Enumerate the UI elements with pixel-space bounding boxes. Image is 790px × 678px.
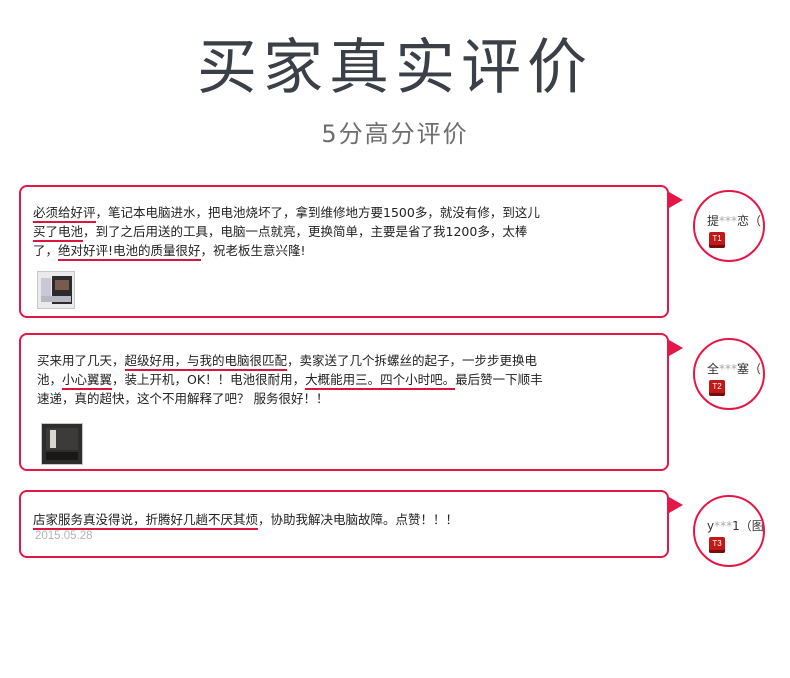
- highlighted-phrase: 折腾好几趟不厌其烦: [145, 512, 259, 527]
- review-photo-thumbnail-1[interactable]: [37, 271, 75, 309]
- page-subtitle: 5分高分评价: [321, 120, 469, 148]
- review-pointer-3: [669, 497, 683, 513]
- highlighted-phrase: 超级好用，与我的电脑很匹配: [124, 353, 288, 368]
- review-text-segment: 最后赞一下顺丰: [455, 372, 543, 387]
- review-text-segment: ，到了之后用送的工具，电脑一点就亮，更换简单，主要是省了我1200多，太棒: [83, 224, 528, 239]
- review-card-1: 必须给好评，笔记本电脑进水，把电池烧坏了，拿到维修地方要1500多，就没有修，到…: [19, 185, 669, 318]
- review-text-segment: ，笔记本电脑进水，把电池烧坏了，拿到维修地方要1500多，就没有修，到这儿: [95, 205, 540, 220]
- review-text-segment: ，装上开机，OK！！电池很耐用，: [112, 372, 306, 387]
- review-date: 2015.05.28: [35, 530, 93, 542]
- highlighted-phrase: 大概能用三。四个小时吧。: [305, 372, 456, 387]
- review-text-2: 买来用了几天，超级好用，与我的电脑很匹配，卖家送了几个拆螺丝的起子，一步步更换电…: [37, 351, 557, 408]
- laptop-photo-icon: [42, 424, 82, 464]
- review-text-segment: ，祝老板生意兴隆!: [200, 243, 306, 258]
- reviewer-avatar-3: y***1（图 T3: [693, 495, 765, 567]
- review-card-3: 店家服务真没得说，折腾好几趟不厌其烦，协助我解决电脑故障。点赞！！！ 2015.…: [19, 490, 669, 558]
- highlighted-phrase: 小心翼翼: [62, 372, 113, 387]
- highlighted-phrase: 店家服务真没得说，: [33, 512, 146, 527]
- review-text-segment: ，协助我解决电脑故障。点赞！！！: [258, 512, 459, 527]
- review-photo-thumbnail-2[interactable]: [41, 423, 83, 465]
- review-card-2: 买来用了几天，超级好用，与我的电脑很匹配，卖家送了几个拆螺丝的起子，一步步更换电…: [19, 333, 669, 471]
- review-pointer-2: [669, 340, 683, 356]
- review-pointer-1: [669, 192, 683, 208]
- reviewer-avatar-1: 提***恋（ T1: [693, 190, 765, 262]
- reviewer-avatar-2: 全***塞（ T2: [693, 338, 765, 410]
- member-level-badge-icon: T1: [709, 232, 725, 248]
- review-text-1: 必须给好评，笔记本电脑进水，把电池烧坏了，拿到维修地方要1500多，就没有修，到…: [33, 203, 563, 260]
- laptop-photo-icon: [38, 272, 74, 308]
- review-text-segment: ，卖家送了几个拆螺丝的起子，一步步更换电: [287, 353, 538, 368]
- member-level-badge-icon: T2: [709, 380, 725, 396]
- reviewer-name-2: 全***塞（: [707, 362, 762, 376]
- highlighted-phrase: 买了电池: [33, 224, 84, 239]
- page-title: 买家真实评价: [197, 33, 593, 103]
- highlighted-phrase: 必须给好评: [33, 205, 96, 220]
- review-text-segment: 速递，真的超快，这个不用解释了吧？ 服务很好！！: [37, 391, 329, 406]
- member-level-badge-icon: T3: [709, 537, 725, 553]
- review-text-segment: 了，: [33, 243, 59, 258]
- review-text-segment: 买来用了几天，: [37, 353, 125, 368]
- reviewer-name-1: 提***恋（: [707, 214, 762, 228]
- review-text-3: 店家服务真没得说，折腾好几趟不厌其烦，协助我解决电脑故障。点赞！！！: [33, 510, 573, 529]
- review-text-segment: 池，: [37, 372, 63, 387]
- highlighted-phrase: 绝对好评!电池的质量很好: [58, 243, 201, 258]
- reviewer-name-3: y***1（图: [707, 519, 764, 533]
